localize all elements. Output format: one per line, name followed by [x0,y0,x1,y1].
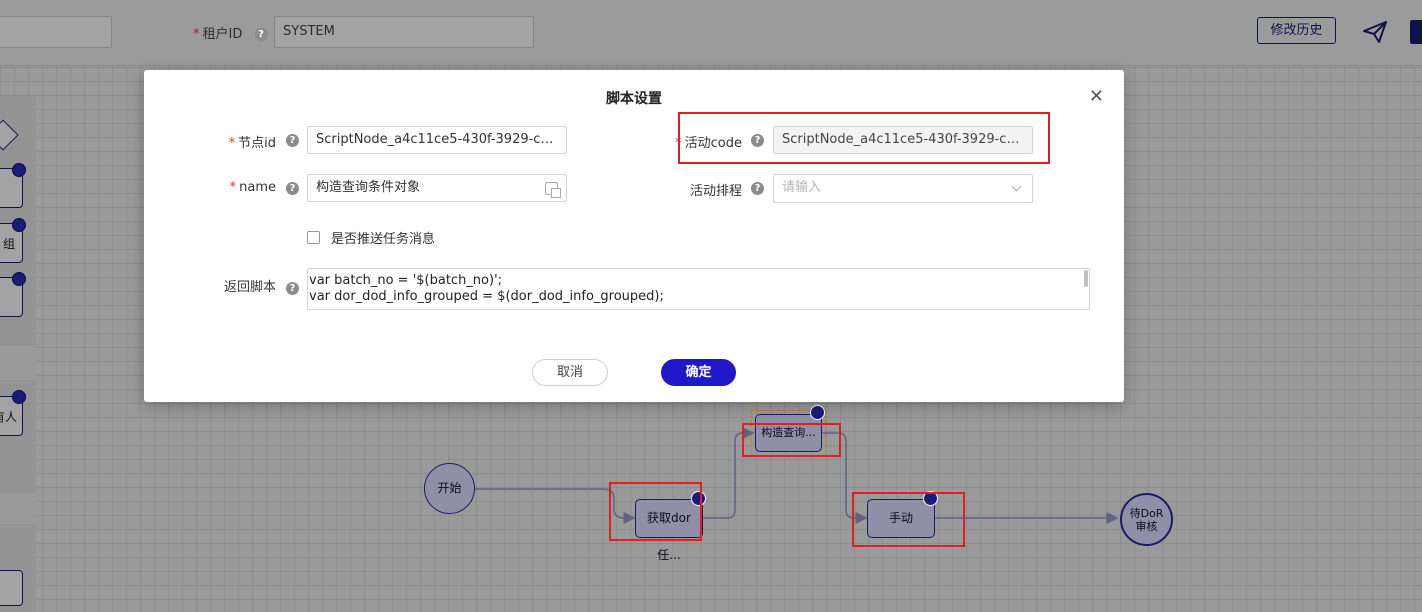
confirm-button[interactable]: 确定 [661,359,736,386]
cancel-button[interactable]: 取消 [532,359,608,386]
help-icon: ? [751,182,764,195]
translate-icon[interactable] [545,182,561,198]
push-message-checkbox[interactable] [307,231,320,244]
help-icon: ? [286,134,299,147]
highlight-box [852,492,965,547]
node-id-label: * 节点id [228,136,276,151]
name-input[interactable]: 构造查询条件对象 [307,174,567,202]
start-node[interactable]: 开始 [424,463,475,514]
schedule-select[interactable]: 请输入 [773,174,1033,203]
node-id-input[interactable]: ScriptNode_a4c11ce5-430f-3929-c5b... [307,126,567,154]
script-icon [810,405,825,420]
dialog-title: 脚本设置 [606,91,662,107]
script-editor[interactable]: var batch_no = '$(batch_no)'; var dor_do… [307,268,1090,310]
highlight-box [678,112,1050,164]
push-message-label: 是否推送任务消息 [331,232,436,247]
pending-review-node[interactable]: 待DoR审核 [1120,493,1173,546]
highlight-box [742,423,841,457]
help-icon: ? [286,182,299,195]
help-icon: ? [286,282,299,295]
highlight-box [609,482,702,541]
script-label: 返回脚本 [223,280,276,295]
chevron-down-icon [1011,181,1022,192]
name-label: * name [229,180,276,195]
script-settings-dialog: 脚本设置 ✕ * 节点id ? ScriptNode_a4c11ce5-430f-… [144,70,1124,402]
close-icon[interactable]: ✕ [1089,86,1104,107]
schedule-label: 活动排程 [689,184,742,199]
scrollbar[interactable] [1084,270,1088,287]
